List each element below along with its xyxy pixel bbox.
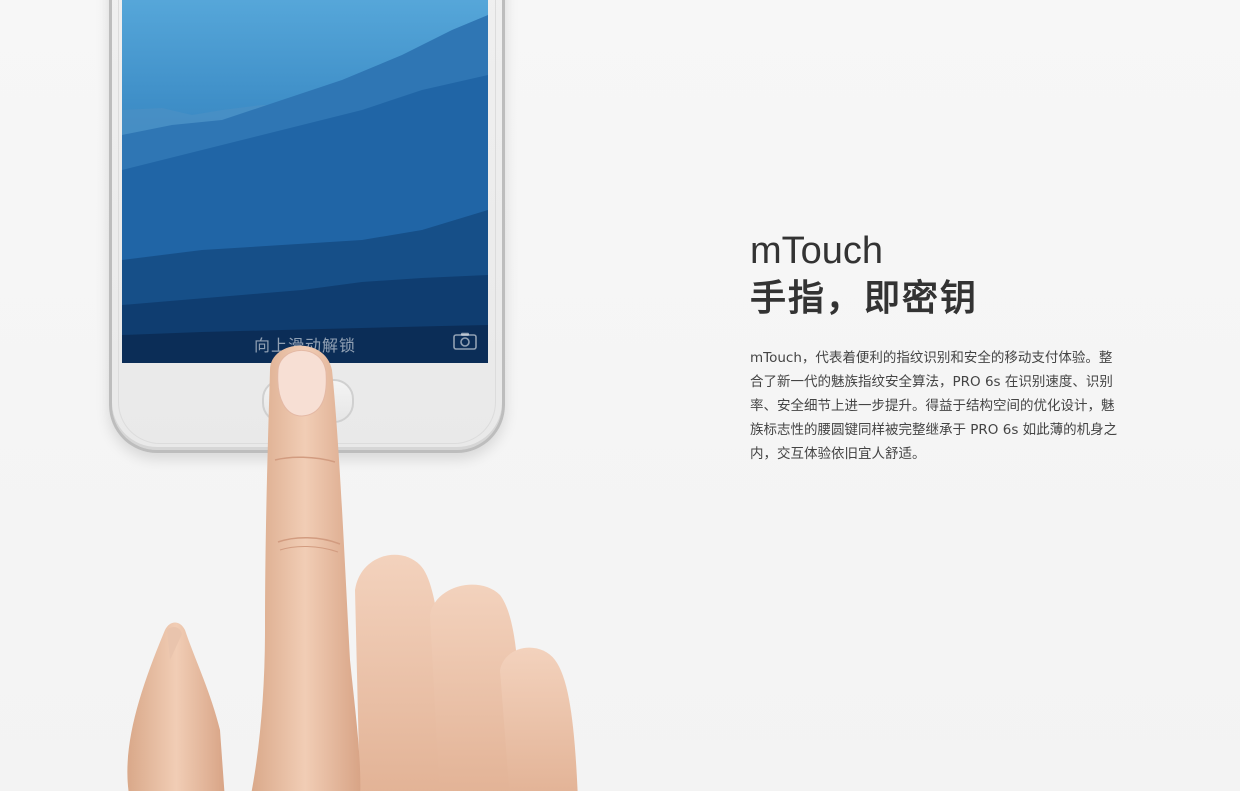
product-feature-section: 向上滑动解锁 mTouch 手指，即密钥 mTouch，代表着便利的指纹识别和安… bbox=[0, 0, 1240, 791]
feature-title-en: mTouch bbox=[750, 230, 884, 272]
phone-lock-screen: 向上滑动解锁 bbox=[122, 0, 488, 363]
feature-title-cn: 手指，即密钥 bbox=[750, 278, 979, 319]
mountain-wallpaper bbox=[122, 0, 488, 363]
hand-image bbox=[127, 345, 578, 791]
feature-description: mTouch，代表着便利的指纹识别和安全的移动支付体验。整合了新一代的魅族指纹安… bbox=[750, 350, 1118, 462]
feature-copy: mTouch 手指，即密钥 mTouch，代表着便利的指纹识别和安全的移动支付体… bbox=[750, 228, 1130, 466]
